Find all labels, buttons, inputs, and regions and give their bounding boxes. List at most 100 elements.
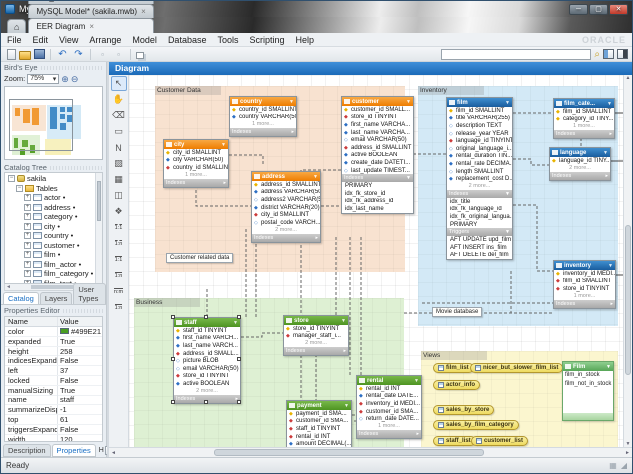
tree-expander-icon[interactable]: + — [24, 242, 31, 249]
menu-item-edit[interactable]: Edit — [33, 35, 49, 45]
collapse-icon[interactable]: ▼ — [289, 99, 294, 105]
section-expand-icon[interactable]: ▸ — [315, 235, 318, 241]
menu-item-tools[interactable]: Tools — [217, 35, 238, 45]
entity-header[interactable]: city▼ — [164, 140, 228, 149]
tree-item-category[interactable]: +category • — [5, 212, 102, 222]
relationship-line[interactable] — [229, 155, 263, 164]
canvas-hscrollbar[interactable]: ◄► — [109, 447, 632, 457]
property-row-indicesExpanded[interactable]: indicesExpandedFalse — [5, 356, 102, 366]
more-columns-label[interactable]: 2 more... — [550, 165, 610, 172]
collapse-icon[interactable]: ▼ — [341, 318, 346, 324]
property-row-top[interactable]: top61 — [5, 415, 102, 425]
save-model-icon[interactable] — [34, 49, 45, 59]
property-row-locked[interactable]: lockedFalse — [5, 376, 102, 386]
palette-note-tool[interactable]: N — [111, 140, 127, 155]
section-collapse-icon[interactable]: ▼ — [406, 175, 411, 181]
entity-header[interactable]: payment▼ — [287, 401, 351, 410]
section-header-indexes[interactable]: Indexes▼ — [342, 174, 413, 182]
more-columns-label[interactable]: 1 more... — [164, 172, 228, 179]
entity-header[interactable]: inventory▼ — [554, 261, 615, 270]
entity-address[interactable]: address▼◆address_id SMALLINT◆address VAR… — [251, 171, 321, 243]
menu-item-scripting[interactable]: Scripting — [249, 35, 284, 45]
section-header-indexes[interactable]: Indexes▸ — [230, 128, 296, 136]
entity-header[interactable]: store▼ — [284, 316, 348, 325]
tab-mysql-model-sakila-mwb-[interactable]: MySQL Model* (sakila.mwb)× — [28, 4, 153, 18]
maximize-button[interactable]: ▢ — [589, 4, 608, 15]
section-expand-icon[interactable]: ▸ — [223, 180, 226, 186]
menu-item-model[interactable]: Model — [132, 35, 157, 45]
tree-item-film_actor[interactable]: +film_actor • — [5, 260, 102, 270]
collapse-icon[interactable]: ▼ — [221, 142, 226, 148]
more-columns-label[interactable]: 2 more... — [447, 183, 512, 190]
note-customer-related-data[interactable]: Customer related data — [166, 253, 233, 263]
entity-country[interactable]: country▼◆country_id SMALLINT◆country VAR… — [229, 96, 297, 137]
section-header-indexes[interactable]: Indexes▸ — [164, 179, 228, 187]
tree-item-address[interactable]: +address • — [5, 203, 102, 213]
menu-item-arrange[interactable]: Arrange — [89, 35, 121, 45]
new-document-icon[interactable] — [7, 49, 16, 60]
selection-handle[interactable] — [204, 315, 208, 319]
entity-header[interactable]: staff▼ — [174, 318, 240, 327]
collapse-icon[interactable]: ▼ — [505, 100, 510, 106]
selection-handle[interactable] — [237, 357, 241, 361]
diagram-canvas[interactable]: Customer DataInventoryBusinessViewscount… — [129, 75, 623, 447]
view-nicer_but_slower_film_list[interactable]: nicer_but_slower_film_list — [470, 363, 563, 373]
minimap-viewport[interactable] — [9, 99, 73, 151]
section-expand-icon[interactable]: ▸ — [610, 301, 613, 307]
relationship-line[interactable] — [513, 205, 553, 271]
tree-vscrollbar[interactable] — [95, 173, 102, 283]
tree-item-film_text[interactable]: +film_text • — [5, 279, 102, 285]
property-row-triggersExpanded[interactable]: triggersExpandedFalse — [5, 425, 102, 435]
section-expand-icon[interactable]: ▸ — [609, 131, 612, 137]
section-expand-icon[interactable]: ▸ — [291, 129, 294, 135]
property-row-manualSizing[interactable]: manualSizingTrue — [5, 386, 102, 396]
tree-item-sakila[interactable]: −sakila — [5, 174, 102, 184]
relationship-line[interactable] — [615, 113, 623, 275]
collapse-icon[interactable]: ▼ — [344, 403, 349, 409]
sidebar-right-toggle-icon[interactable] — [617, 49, 628, 59]
palette-table-tool[interactable]: ▦ — [111, 172, 127, 187]
section-expand-icon[interactable]: ▸ — [416, 431, 419, 437]
collapse-icon[interactable]: ▼ — [313, 174, 318, 180]
view-film_list[interactable]: film_list — [433, 363, 474, 373]
tab-user-types[interactable]: User Types — [73, 283, 106, 304]
paste-icon[interactable] — [136, 52, 144, 59]
tree-expander-icon[interactable]: + — [24, 223, 31, 230]
more-columns-label[interactable]: 1 more... — [554, 123, 614, 130]
section-header-indexes[interactable]: Indexes▸ — [550, 172, 610, 180]
section-expand-icon[interactable]: ▸ — [343, 348, 346, 354]
palette-hand-tool[interactable]: ✋ — [111, 92, 127, 107]
view-customer_list[interactable]: customer_list — [471, 436, 528, 446]
birdseye-minimap[interactable] — [4, 86, 103, 160]
property-row-left[interactable]: left37 — [5, 366, 102, 376]
selection-handle[interactable] — [171, 357, 175, 361]
tab-eer-diagram[interactable]: EER Diagram× — [28, 18, 153, 33]
entity-store[interactable]: store▼◆store_id TINYINT◆manager_staff_i.… — [283, 315, 349, 356]
palette-view-tool[interactable]: ◫ — [111, 188, 127, 203]
tree-item-actor[interactable]: +actor • — [5, 193, 102, 203]
redo-icon[interactable]: ↷ — [72, 49, 85, 60]
tree-item-tables[interactable]: −Tables — [5, 184, 102, 194]
relationship-line[interactable] — [513, 159, 549, 165]
entity-header[interactable]: customer▼ — [342, 97, 413, 106]
sidebar-left-toggle-icon[interactable] — [603, 49, 614, 59]
minimize-button[interactable]: ─ — [569, 4, 588, 15]
tree-expander-icon[interactable]: + — [24, 213, 31, 220]
palette-layer-tool[interactable]: ▭ — [111, 124, 127, 139]
property-row-width[interactable]: width120 — [5, 435, 102, 442]
property-row-summarizeDisplay[interactable]: summarizeDisplay-1 — [5, 405, 102, 415]
entity-header[interactable]: language▼ — [550, 148, 610, 157]
collapse-icon[interactable]: ▼ — [606, 364, 611, 370]
undo-icon[interactable]: ↶ — [56, 49, 69, 60]
property-row-height[interactable]: height258 — [5, 347, 102, 357]
section-expand-icon[interactable]: ▸ — [605, 173, 608, 179]
view-sales_by_store[interactable]: sales_by_store — [433, 405, 494, 415]
menu-item-help[interactable]: Help — [296, 35, 315, 45]
collapse-icon[interactable]: ▼ — [414, 378, 419, 384]
tree-expander-icon[interactable]: + — [24, 280, 31, 284]
zoom-out-icon[interactable]: ⊖ — [71, 74, 79, 84]
section-collapse-icon[interactable]: ▼ — [505, 229, 510, 235]
palette-eraser-tool[interactable]: ⌫ — [111, 108, 127, 123]
cut-icon[interactable]: ▫ — [96, 49, 109, 60]
zoom-in-icon[interactable]: ⊕ — [61, 74, 69, 84]
